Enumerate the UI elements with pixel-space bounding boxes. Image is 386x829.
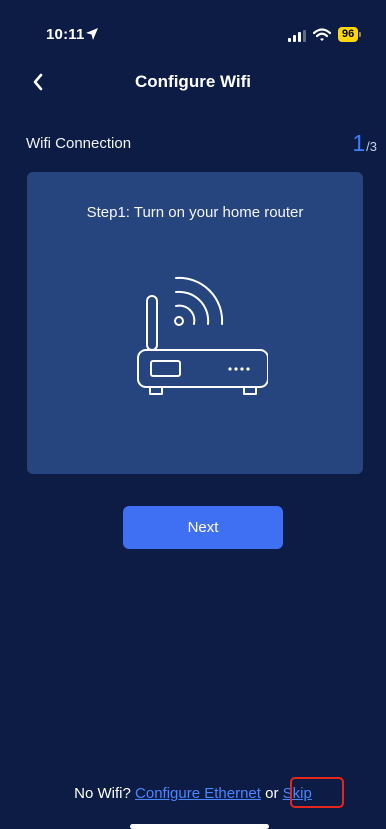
status-time: 10:11 xyxy=(46,26,85,43)
home-indicator xyxy=(130,824,269,829)
footer: No Wifi? Configure Ethernet or Skip xyxy=(0,785,386,802)
section-header: Wifi Connection 1 /3 xyxy=(0,130,386,160)
battery-icon: 96 xyxy=(338,26,362,42)
step-current: 1 xyxy=(352,130,366,156)
wifi-icon xyxy=(313,28,331,41)
configure-ethernet-link[interactable]: Configure Ethernet xyxy=(135,785,261,802)
step-instruction: Step1: Turn on your home router xyxy=(86,204,304,221)
next-button[interactable]: Next xyxy=(123,506,283,549)
battery-level: 96 xyxy=(338,26,359,42)
no-wifi-text: No Wifi? xyxy=(74,785,136,802)
step-counter: 1 /3 xyxy=(352,130,377,156)
step-total: /3 xyxy=(366,139,377,154)
instruction-card: Step1: Turn on your home router xyxy=(27,172,363,474)
page-title: Configure Wifi xyxy=(135,72,251,91)
cellular-signal-icon xyxy=(288,30,306,42)
wifi-router-icon xyxy=(137,276,268,395)
skip-link[interactable]: Skip xyxy=(283,785,312,802)
nav-bar: Configure Wifi xyxy=(0,60,386,104)
or-text: or xyxy=(260,785,283,802)
status-bar: 10:11 96 xyxy=(0,0,386,60)
section-label: Wifi Connection xyxy=(26,135,132,152)
location-arrow-icon xyxy=(86,28,98,40)
battery-nub xyxy=(359,31,362,37)
